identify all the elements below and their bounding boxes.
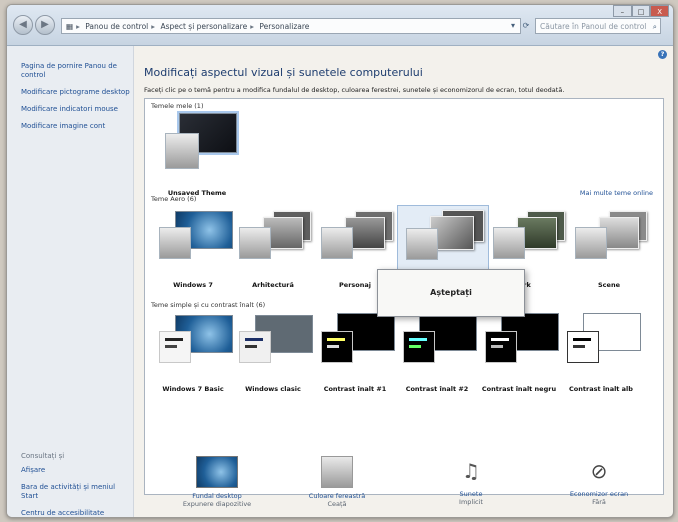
screensaver-icon: ⊘ (590, 459, 608, 483)
theme-architecture[interactable]: Arhitectură (233, 209, 313, 289)
refresh-icon[interactable]: ⟳ (520, 19, 532, 33)
search-icon: ⌕ (652, 22, 657, 31)
minimize-button[interactable]: – (613, 5, 632, 17)
personalization-settings-bar: Fundal desktop Expunere diapozitive Culo… (134, 448, 673, 517)
theme-scenes[interactable]: Scene (569, 209, 649, 289)
close-button[interactable]: X (650, 5, 670, 17)
sidebar-link-desktop-icons[interactable]: Modificare pictograme desktop (21, 88, 133, 97)
breadcrumb-item-appearance[interactable]: Aspect și personalizare (160, 22, 247, 31)
control-panel-window: ◀ ▶ ▦ ▸ Panou de control ▸ Aspect și perso… (6, 4, 674, 518)
sounds-setting[interactable]: ♫ Sunete Implicit (416, 456, 526, 506)
folder-icon: ▦ (66, 22, 74, 31)
sidebar-link-account-picture[interactable]: Modificare imagine cont (21, 122, 133, 131)
theme-windows-7[interactable]: Windows 7 (153, 209, 233, 289)
see-also-link-accessibility[interactable]: Centru de accesibilitate (21, 509, 131, 517)
theme-name: Contrast înalt alb (569, 385, 633, 393)
theme-high-contrast-1[interactable]: Contrast înalt #1 (315, 313, 395, 393)
theme-high-contrast-white[interactable]: Contrast înalt alb (561, 313, 641, 393)
back-arrow-icon[interactable]: ◀ (13, 15, 33, 35)
see-also-title: Consultați și (21, 452, 65, 460)
theme-windows-classic[interactable]: Windows clasic (233, 313, 313, 393)
see-also-link-taskbar[interactable]: Bara de activități și meniul Start (21, 483, 131, 501)
more-themes-online-link[interactable]: Mai multe teme online (580, 189, 653, 197)
theme-high-contrast-black[interactable]: Contrast înalt negru (479, 313, 559, 393)
desktop-background-setting[interactable]: Fundal desktop Expunere diapozitive (162, 456, 272, 508)
search-input[interactable]: Căutare în Panoul de control ⌕ (535, 18, 661, 34)
window-color-setting[interactable]: Culoare fereastră Ceață (282, 456, 392, 508)
theme-unsaved[interactable]: Unsaved Theme (157, 111, 243, 197)
sounds-icon: ♫ (462, 459, 480, 483)
wait-dialog: Așteptați (377, 269, 525, 317)
theme-name: Scene (598, 281, 620, 289)
sidebar-link-control-panel-home[interactable]: Pagina de pornire Panou de control (21, 62, 133, 80)
window-controls: – □ X (613, 5, 670, 17)
see-also-section: Consultați și Afișare Bara de activități… (21, 452, 131, 517)
see-also-link-display[interactable]: Afișare (21, 466, 131, 475)
screensaver-setting[interactable]: ⊘ Economizor ecran Fără (544, 456, 654, 506)
title-bar: ◀ ▶ ▦ ▸ Panou de control ▸ Aspect și perso… (7, 5, 673, 46)
dropdown-arrow-icon[interactable]: ▾ (507, 19, 519, 33)
help-icon[interactable]: ? (658, 50, 667, 59)
page-title: Modificați aspectul vizual și sunetele c… (144, 66, 423, 79)
theme-windows-7-basic[interactable]: Windows 7 Basic (153, 313, 233, 393)
window-color-icon (321, 456, 353, 488)
breadcrumb-item-control-panel[interactable]: Panou de control (85, 22, 148, 31)
sidebar-link-mouse-pointers[interactable]: Modificare indicatori mouse (21, 105, 133, 114)
sidebar: Pagina de pornire Panou de control Modif… (7, 46, 134, 517)
my-themes-label: Temele mele (1) (151, 102, 204, 110)
address-bar[interactable]: ▦ ▸ Panou de control ▸ Aspect și personali… (61, 18, 521, 34)
aero-themes-label: Teme Aero (6) (151, 195, 197, 203)
basic-themes-label: Teme simple și cu contrast înalt (6) (151, 301, 266, 309)
maximize-button[interactable]: □ (631, 5, 651, 17)
page-subtitle: Faceți clic pe o temă pentru a modifica … (144, 86, 565, 94)
wait-dialog-text: Așteptați (430, 288, 472, 297)
desktop-background-icon (196, 456, 238, 488)
breadcrumb-item-personalization[interactable]: Personalizare (259, 22, 309, 31)
theme-high-contrast-2[interactable]: Contrast înalt #2 (397, 313, 477, 393)
forward-arrow-icon[interactable]: ▶ (35, 15, 55, 35)
